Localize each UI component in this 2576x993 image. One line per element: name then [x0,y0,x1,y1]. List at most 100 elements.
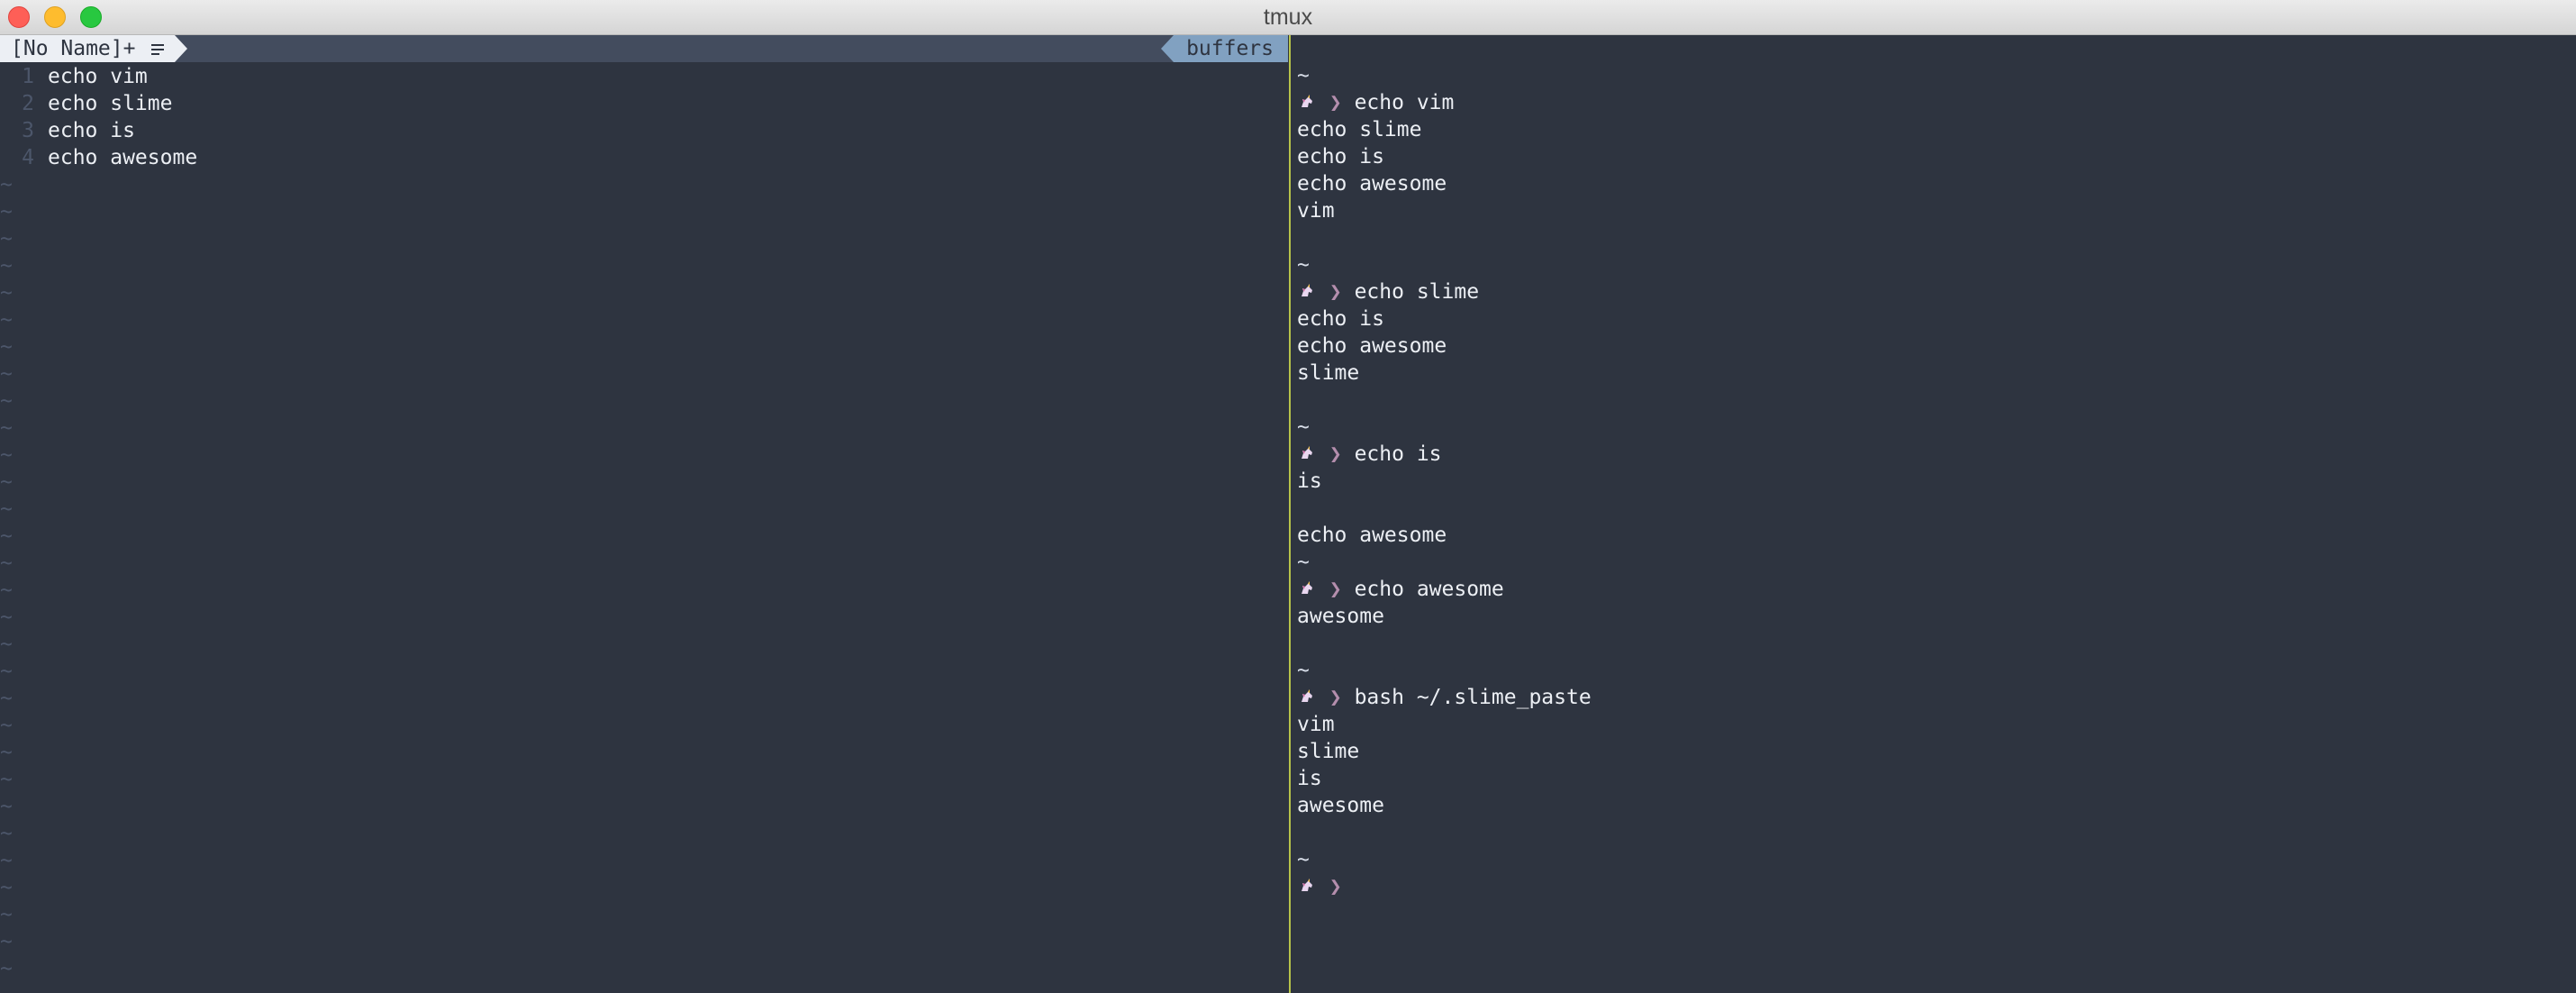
command-text: echo is [1354,442,1442,466]
empty-line-tilde: ~ [0,524,13,548]
empty-line-tilde: ~ [0,876,13,899]
prompt-symbol: ❯ [1329,442,1342,466]
unicorn-icon [1297,441,1317,468]
empty-line-tilde: ~ [0,714,13,737]
line-text: echo is [48,119,135,142]
empty-line-tilde: ~ [0,768,13,791]
vim-line[interactable]: 2 echo slime [0,90,1288,117]
empty-line-tilde: ~ [0,660,13,683]
empty-line-tilde: ~ [0,254,13,278]
prompt-symbol: ❯ [1329,280,1342,304]
empty-line-tilde: ~ [0,849,13,872]
buffers-label[interactable]: buffers [1174,35,1288,62]
empty-line-tilde: ~ [0,227,13,251]
vim-buffer[interactable]: 1 echo vim 2 echo slime 3 echo is 4 echo awesom… [0,63,1288,982]
terminal-output-line: ~ [1297,415,1310,439]
terminal-output-line: echo is [1297,307,1384,331]
line-number: 3 [22,119,34,142]
command-text: echo awesome [1354,578,1504,601]
vim-line[interactable]: 1 echo vim [0,63,1288,90]
vim-line[interactable]: 4 echo awesome [0,144,1288,171]
unicorn-icon [1297,576,1317,603]
terminal-prompt-line: ❯ [1297,873,1592,900]
terminal-output-line: echo awesome [1297,334,1447,358]
terminal-output-line: ~ [1297,64,1310,87]
terminal-output-line: awesome [1297,794,1384,817]
empty-line-tilde: ~ [0,822,13,845]
unicorn-icon [1297,278,1317,305]
empty-line-tilde: ~ [0,362,13,386]
empty-line-tilde: ~ [0,443,13,467]
empty-line-tilde: ~ [0,957,13,980]
tab-separator-arrow [175,35,187,62]
window-title: tmux [1263,5,1313,30]
command-text: echo slime [1354,280,1480,304]
vim-tab-label: [No Name]+ [11,37,136,60]
terminal-output-line: ~ [1297,659,1310,682]
terminal-output-line: awesome [1297,605,1384,628]
vim-pane[interactable]: [No Name]+ buffers 1 echo vim 2 echo slime 3… [0,35,1288,993]
terminal-output[interactable]: ~ ❯ echo vim echo slime echo is echo awesom… [1297,62,1592,900]
terminal-output-line: ~ [1297,253,1310,277]
empty-line-tilde: ~ [0,335,13,359]
line-number: 1 [22,65,34,88]
terminal-output-line: ~ [1297,551,1310,574]
empty-line-tilde: ~ [0,173,13,196]
empty-line-tilde: ~ [0,497,13,521]
line-number: 2 [22,92,34,115]
empty-line-tilde: ~ [0,308,13,332]
empty-line-tilde: ~ [0,795,13,818]
terminal-output-line: ~ [1297,848,1310,871]
terminal-output-line: slime [1297,740,1360,763]
terminal-output-line: echo awesome [1297,524,1447,547]
window-titlebar: tmux [0,0,2576,35]
empty-line-tilde: ~ [0,281,13,305]
empty-line-tilde: ~ [0,389,13,413]
terminal-output-line: echo slime [1297,118,1422,141]
prompt-symbol: ❯ [1329,875,1342,898]
terminal-prompt-line: ❯ echo vim [1297,89,1592,116]
terminal-prompt-line: ❯ echo awesome [1297,576,1592,603]
line-text: echo vim [48,65,148,88]
unicorn-icon [1297,89,1317,116]
prompt-symbol: ❯ [1329,91,1342,114]
empty-line-tilde: ~ [0,200,13,223]
empty-line-tilde: ~ [0,551,13,575]
empty-line-tilde: ~ [0,470,13,494]
vim-tab-no-name[interactable]: [No Name]+ [0,35,176,62]
terminal-prompt-line: ❯ echo is [1297,441,1592,468]
vim-line[interactable]: 3 echo is [0,117,1288,144]
command-text: bash ~/.slime_paste [1354,686,1592,709]
terminal-pane[interactable]: ~ ❯ echo vim echo slime echo is echo awesom… [1292,35,2576,993]
empty-line-tilde: ~ [0,903,13,926]
unicorn-icon [1297,873,1317,900]
empty-line-tilde: ~ [0,687,13,710]
terminal-prompt-line: ❯ bash ~/.slime_paste [1297,684,1592,711]
empty-line-tilde: ~ [0,578,13,602]
line-text: echo awesome [48,146,198,169]
terminal-prompt-line: ❯ echo slime [1297,278,1592,305]
list-icon [148,35,168,62]
line-text: echo slime [48,92,173,115]
line-number: 4 [22,146,34,169]
empty-line-tilde: ~ [0,741,13,764]
terminal-output-line: vim [1297,713,1335,736]
terminal-output-line: is [1297,469,1322,493]
terminal-output-line: echo awesome [1297,172,1447,196]
empty-line-tilde: ~ [0,416,13,440]
command-text: echo vim [1354,91,1455,114]
empty-line-tilde: ~ [0,930,13,953]
unicorn-icon [1297,684,1317,711]
buffers-separator-arrow [1161,35,1174,62]
terminal-output-line: slime [1297,361,1360,385]
terminal-output-line: vim [1297,199,1335,223]
prompt-symbol: ❯ [1329,686,1342,709]
terminal-output-line: echo is [1297,145,1384,169]
empty-line-tilde: ~ [0,606,13,629]
prompt-symbol: ❯ [1329,578,1342,601]
